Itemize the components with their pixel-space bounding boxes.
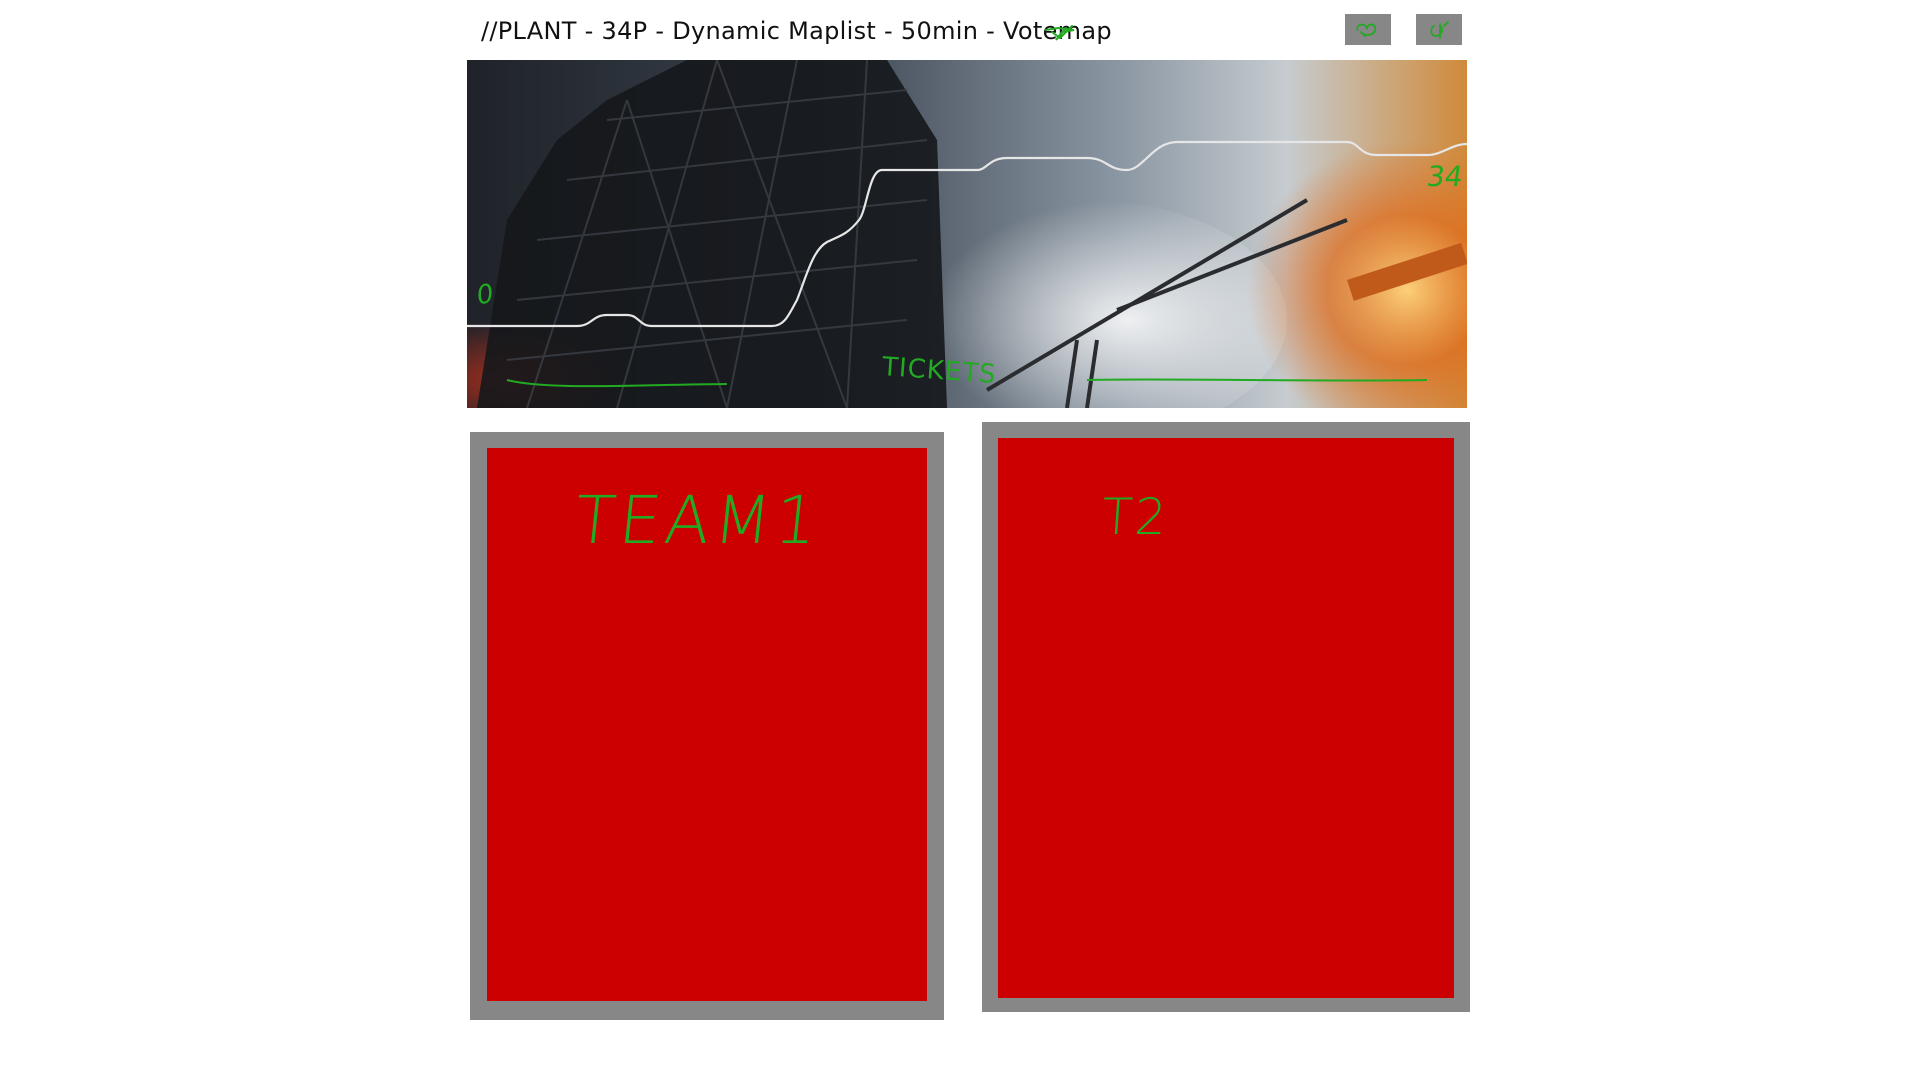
scribble-icon [1430, 21, 1449, 39]
scribble-icon [1356, 23, 1377, 37]
team1-panel[interactable]: TEAM1 [487, 448, 927, 1001]
tickets-banner: 0 34 TICKETS [467, 60, 1467, 408]
server-title: //PLANT - 34P - Dynamic Maplist - 50min … [481, 17, 1112, 45]
right-header-button[interactable] [1416, 14, 1462, 45]
team2-label: T2 [1099, 488, 1171, 546]
banner-background-image [467, 60, 1467, 408]
team1-label: TEAM1 [570, 482, 826, 559]
team2-panel[interactable]: T2 [998, 438, 1454, 998]
baseline-scribble-right [1086, 378, 1428, 382]
server-header: //PLANT - 34P - Dynamic Maplist - 50min … [481, 14, 1469, 48]
tickets-max-label: 34 [1424, 160, 1465, 193]
checkmark-scribble-icon [1045, 25, 1075, 41]
left-header-button[interactable] [1345, 14, 1391, 45]
